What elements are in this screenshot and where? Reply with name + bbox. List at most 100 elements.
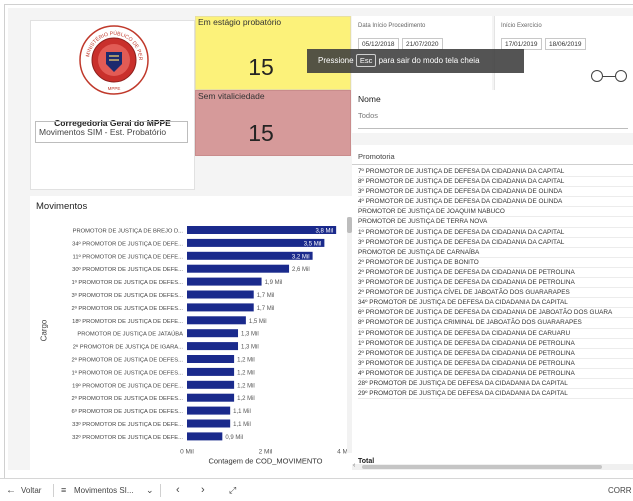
bar[interactable] <box>187 355 235 363</box>
kpi-label: Sem vitaliciedade <box>198 91 265 101</box>
bar[interactable] <box>187 432 223 441</box>
y-tick-label: 33º PROMOTOR DE JUSTIÇA DE DEFE... <box>72 421 183 428</box>
y-tick-label: 2º PROMOTOR DE JUSTIÇA DE DEFES... <box>71 357 183 364</box>
table-row[interactable]: 28º PROMOTOR DE JUSTIÇA DE DEFESA DA CID… <box>358 379 633 390</box>
bar[interactable] <box>187 393 235 402</box>
table-row[interactable]: 3º PROMOTOR DE JUSTIÇA DE DEFESA DA CIDA… <box>358 187 633 198</box>
vertical-scrollbar[interactable] <box>347 217 352 453</box>
data-label: 0,9 Mil <box>225 435 243 441</box>
data-label: 1,3 Mil <box>241 332 259 338</box>
esc-key-hint: Esc <box>355 54 377 67</box>
data-label: 1,2 Mil <box>237 396 255 402</box>
data-label: 2,6 Mil <box>292 267 310 273</box>
bar[interactable] <box>187 277 262 286</box>
bar[interactable] <box>187 329 239 338</box>
table-row[interactable]: 8º PROMOTOR DE JUSTIÇA DE DEFESA DA CIDA… <box>358 177 633 188</box>
bar[interactable] <box>187 406 231 415</box>
mppe-seal-logo: MINISTÉRIO PÚBLICO DE PERNAMBUCO MPPE <box>78 24 149 95</box>
y-tick-label: 1º PROMOTOR DE JUSTIÇA DE DEFES... <box>71 279 183 286</box>
range-slider-end-handle[interactable] <box>615 70 627 82</box>
y-tick-label: 34º PROMOTOR DE JUSTIÇA DE DEFE... <box>72 240 183 247</box>
fit-to-screen-icon[interactable]: ⤢ <box>229 479 236 501</box>
table-row[interactable]: 1º PROMOTOR DE JUSTIÇA DE DEFESA DA CIDA… <box>358 228 633 238</box>
table-row[interactable]: PROMOTOR DE JUSTIÇA DE TERRA NOVA <box>358 217 633 228</box>
table-row[interactable]: 34º PROMOTOR DE JUSTIÇA DE DEFESA DA CID… <box>358 298 633 309</box>
y-tick-label: 30º PROMOTOR DE JUSTIÇA DE DEFE... <box>72 266 183 273</box>
table-row[interactable]: 1º PROMOTOR DE JUSTIÇA DE DEFESA DA CIDA… <box>358 329 633 339</box>
bar[interactable] <box>187 264 290 273</box>
table-row[interactable]: PROMOTOR DE JUSTIÇA DE CARNAÍBA <box>358 248 633 258</box>
y-tick-label: PROMOTOR DE JUSTIÇA DE JATAÚBA <box>77 331 183 338</box>
bar[interactable] <box>187 342 239 351</box>
bar[interactable] <box>187 290 254 299</box>
scroll-left-icon[interactable]: ‹ <box>353 462 355 469</box>
x-axis-label: Contagem de COD_MOVIMENTO <box>208 456 322 465</box>
movimentos-chart: Movimentos Cargo PROMOTOR DE JUSTIÇA DE … <box>30 196 352 470</box>
pages-list-icon: ≡ <box>61 485 67 495</box>
fullscreen-toast: Pressione Esc para sair do modo tela che… <box>307 49 524 73</box>
x-tick-label: 2 Mil <box>259 448 273 455</box>
data-label: 1,2 Mil <box>237 383 255 389</box>
table-row[interactable]: 4º PROMOTOR DE JUSTIÇA DE DEFESA DA CIDA… <box>358 369 633 379</box>
data-label: 1,2 Mil <box>237 358 255 364</box>
chevron-down-icon[interactable]: ⌄ <box>146 479 154 501</box>
kpi-label: Em estágio probatório <box>198 17 282 27</box>
back-arrow-icon[interactable]: ← <box>6 479 16 501</box>
bar[interactable] <box>187 419 231 428</box>
table-row[interactable]: 2º PROMOTOR DE JUSTIÇA DE DEFESA DA CIDA… <box>358 349 633 359</box>
x-tick-label: 0 Mil <box>180 448 194 455</box>
y-tick-label: 19º PROMOTOR DE JUSTIÇA DE DEFE... <box>72 382 183 389</box>
y-tick-label: 6º PROMOTOR DE JUSTIÇA DE DEFES... <box>71 408 183 415</box>
table-row[interactable]: PROMOTOR DE JUSTIÇA DE JOAQUIM NABUCO <box>358 207 633 218</box>
divider <box>160 484 161 497</box>
range-slider-start-handle[interactable] <box>591 70 603 82</box>
divider <box>53 484 54 497</box>
promotoria-rows: 7º PROMOTOR DE JUSTIÇA DE DEFESA DA CIDA… <box>358 167 633 400</box>
logo-card: MINISTÉRIO PÚBLICO DE PERNAMBUCO MPPE Co… <box>30 20 195 190</box>
nome-slicer[interactable]: Nome Todos <box>352 90 633 133</box>
table-row[interactable]: 8º PROMOTOR DE JUSTIÇA CRIMINAL DE JABOA… <box>358 318 633 329</box>
bar[interactable] <box>187 380 235 389</box>
data-label: 3,2 Mil <box>292 254 310 260</box>
y-tick-label: 1º PROMOTOR DE JUSTIÇA DE DEFES... <box>71 369 183 376</box>
table-row[interactable]: 1º PROMOTOR DE JUSTIÇA DE DEFESA DA CIDA… <box>358 339 633 349</box>
data-label: 3,8 Mil <box>315 229 333 235</box>
back-button[interactable]: Voltar <box>21 479 41 501</box>
y-tick-label: 11º PROMOTOR DE JUSTIÇA DE DEFE... <box>73 253 184 260</box>
page-selector[interactable]: Movimentos SI... <box>74 479 134 501</box>
kpi-card-vitaliciedade[interactable]: Sem vitaliciedade 15 <box>195 90 351 156</box>
table-row[interactable]: 29º PROMOTOR DE JUSTIÇA DE DEFESA DA CID… <box>358 389 633 400</box>
table-row[interactable]: 3º PROMOTOR DE JUSTIÇA DE DEFESA DA CIDA… <box>358 359 633 369</box>
scrollbar-thumb[interactable] <box>347 217 352 233</box>
table-row[interactable]: 2º PROMOTOR DE JUSTIÇA DE BONITO <box>358 258 633 268</box>
next-page-icon[interactable]: › <box>201 479 205 501</box>
date-to-input[interactable]: 18/06/2019 <box>545 38 586 50</box>
bar[interactable] <box>187 316 246 325</box>
table-row[interactable]: 7º PROMOTOR DE JUSTIÇA DE DEFESA DA CIDA… <box>358 167 633 178</box>
table-row[interactable]: 2º PROMOTOR DE JUSTIÇA CÍVEL DE JABOATÃO… <box>358 288 633 299</box>
table-row[interactable]: 6º PROMOTOR DE JUSTIÇA DE DEFESA DA CIDA… <box>358 308 633 319</box>
slicer-title: Data Início Procedimento <box>358 23 426 29</box>
y-tick-label: 32º PROMOTOR DE JUSTIÇA DE DEFE... <box>72 434 183 441</box>
data-label: 1,1 Mil <box>233 409 251 415</box>
table-row[interactable]: 3º PROMOTOR DE JUSTIÇA DE DEFESA DA CIDA… <box>358 238 633 248</box>
data-label: 1,9 Mil <box>265 280 283 286</box>
table-row[interactable]: 2º PROMOTOR DE JUSTIÇA DE DEFESA DA CIDA… <box>358 268 633 279</box>
data-label: 1,3 Mil <box>241 345 259 351</box>
table-row[interactable]: 4º PROMOTOR DE JUSTIÇA DE DEFESA DA CIDA… <box>358 197 633 208</box>
divider <box>358 128 628 129</box>
bar[interactable] <box>187 303 254 312</box>
nome-slicer-title: Nome <box>358 94 381 104</box>
scrollbar-thumb[interactable] <box>362 465 602 469</box>
table-row[interactable]: 3º PROMOTOR DE JUSTIÇA DE DEFESA DA CIDA… <box>358 278 633 289</box>
report-subtitle: Movimentos SIM - Est. Probatório <box>35 121 188 143</box>
divider <box>352 164 633 165</box>
footer-truncated-text: CORR <box>608 486 632 495</box>
bar[interactable] <box>187 226 337 234</box>
bar[interactable] <box>187 367 235 376</box>
nome-dropdown-value[interactable]: Todos <box>358 111 378 120</box>
promotoria-column-header[interactable]: Promotoria <box>358 152 395 161</box>
previous-page-icon[interactable]: ‹ <box>176 479 180 501</box>
data-label: 1,1 Mil <box>233 422 251 428</box>
horizontal-scrollbar[interactable]: ‹ <box>352 462 633 470</box>
